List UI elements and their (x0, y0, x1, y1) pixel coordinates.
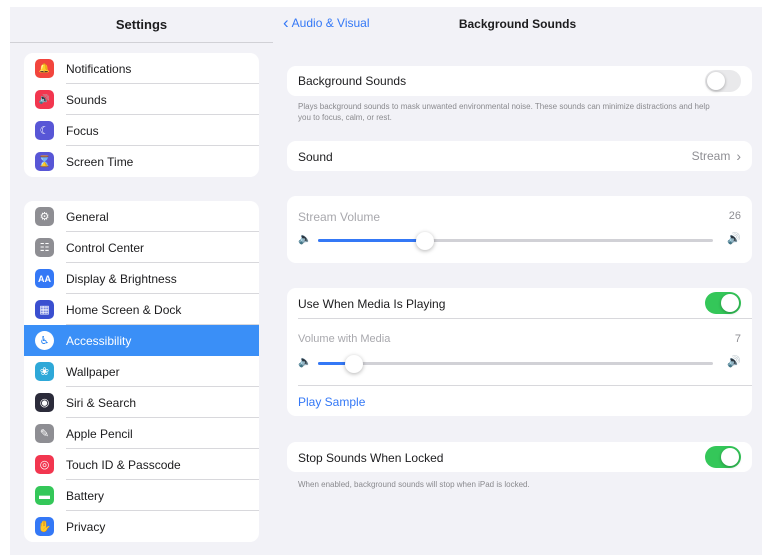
stream-volume-value: 26 (728, 210, 741, 222)
sidebar-item-label: Privacy (66, 519, 106, 534)
slider-thumb[interactable] (344, 355, 363, 373)
speaker-low-icon: 🔈 (298, 356, 312, 368)
background-sounds-footnote: Plays background sounds to mask unwanted… (298, 102, 710, 122)
sidebar-item-sounds[interactable]: 🔊 Sounds (24, 84, 259, 115)
sidebar-item-battery[interactable]: ▬ Battery (24, 480, 259, 511)
speaker-low-icon: 🔈 (298, 233, 312, 245)
chevron-right-icon: › (736, 148, 741, 164)
siri-icon: ◉ (35, 393, 54, 412)
background-sounds-row: Background Sounds (287, 66, 752, 96)
control-center-icon: ☷ (35, 238, 54, 257)
sidebar-item-control-center[interactable]: ☷ Control Center (24, 232, 259, 263)
sidebar-item-label: Wallpaper (66, 364, 120, 379)
media-card: Use When Media Is Playing Volume with Me… (287, 288, 752, 416)
sidebar-item-apple-pencil[interactable]: ✎ Apple Pencil (24, 418, 259, 449)
background-sounds-label: Background Sounds (298, 74, 407, 88)
toggle-knob (721, 448, 739, 466)
sidebar-item-screen-time[interactable]: ⌛ Screen Time (24, 146, 259, 177)
sidebar-item-label: Sounds (66, 92, 107, 107)
background-sounds-pane: ‹ Audio & Visual Background Sounds Backg… (273, 7, 762, 555)
sidebar-item-label: Touch ID & Passcode (66, 457, 181, 472)
sound-label: Sound (298, 150, 333, 164)
stop-when-locked-toggle[interactable] (705, 446, 741, 468)
slider-thumb[interactable] (415, 232, 434, 250)
sidebar-item-label: Accessibility (66, 333, 132, 348)
sidebar-item-label: Battery (66, 488, 105, 503)
sidebar-item-siri-search[interactable]: ◉ Siri & Search (24, 387, 259, 418)
divider (298, 318, 752, 319)
stop-when-locked-footnote: When enabled, background sounds will sto… (298, 480, 530, 489)
use-when-media-label: Use When Media Is Playing (298, 297, 446, 311)
pencil-icon: ✎ (35, 424, 54, 443)
sound-value-wrap: Stream › (692, 149, 741, 163)
sidebar-group-notifications: 🔔 Notifications 🔊 Sounds ☾ Focus ⌛ Screen Time (24, 53, 259, 177)
volume-with-media-slider[interactable]: 🔈 🔊 (298, 354, 741, 373)
page-title: Background Sounds (458, 17, 577, 31)
use-when-media-toggle[interactable] (705, 292, 741, 314)
slider-fill (318, 239, 425, 242)
sidebar-item-privacy[interactable]: ✋ Privacy (24, 511, 259, 542)
sidebar-title: Settings (10, 7, 273, 43)
sidebar-item-label: Display & Brightness (66, 271, 177, 286)
slider-track (318, 232, 713, 250)
volume-with-media-value: 7 (734, 333, 741, 345)
toggle-knob (707, 72, 725, 90)
play-sample-button[interactable]: Play Sample (298, 395, 365, 409)
sound-value: Stream (691, 149, 731, 163)
sidebar-item-label: Focus (66, 123, 99, 138)
slider-track (318, 355, 713, 373)
sidebar-item-accessibility[interactable]: ♿ Accessibility (24, 325, 259, 356)
sidebar-item-label: Control Center (66, 240, 145, 255)
sidebar-item-touch-id-passcode[interactable]: ◎ Touch ID & Passcode (24, 449, 259, 480)
stream-volume-slider[interactable]: 🔈 🔊 (298, 231, 741, 250)
sidebar-item-label: Siri & Search (66, 395, 137, 410)
moon-icon: ☾ (35, 121, 54, 140)
sidebar-item-focus[interactable]: ☾ Focus (24, 115, 259, 146)
gear-icon: ⚙ (35, 207, 54, 226)
battery-icon: ▬ (35, 486, 54, 505)
sidebar-item-label: Apple Pencil (66, 426, 133, 441)
stop-when-locked-label: Stop Sounds When Locked (298, 451, 444, 465)
speaker-high-icon: 🔊 (727, 233, 741, 245)
divider (298, 385, 752, 386)
volume-with-media-label: Volume with Media (298, 333, 391, 345)
sound-row[interactable]: Sound Stream › (287, 141, 752, 171)
stream-volume-label: Stream Volume (298, 210, 381, 224)
sidebar-item-home-screen-dock[interactable]: ▦ Home Screen & Dock (24, 294, 259, 325)
sidebar-item-wallpaper[interactable]: ❀ Wallpaper (24, 356, 259, 387)
sidebar-item-label: Home Screen & Dock (66, 302, 182, 317)
sidebar-item-label: Screen Time (66, 154, 134, 169)
toggle-knob (721, 294, 739, 312)
wallpaper-icon: ❀ (35, 362, 54, 381)
sidebar-item-notifications[interactable]: 🔔 Notifications (24, 53, 259, 84)
sidebar-item-label: General (66, 209, 109, 224)
speaker-icon: 🔊 (35, 90, 54, 109)
stop-when-locked-row: Stop Sounds When Locked (287, 442, 752, 472)
hand-icon: ✋ (35, 517, 54, 536)
fingerprint-icon: ◎ (35, 455, 54, 474)
accessibility-icon: ♿ (35, 331, 54, 350)
speaker-high-icon: 🔊 (727, 356, 741, 368)
sidebar-item-general[interactable]: ⚙ General (24, 201, 259, 232)
bell-icon: 🔔 (35, 59, 54, 78)
sidebar-group-general: ⚙ General ☷ Control Center AA Display & Brigh… (24, 201, 259, 542)
home-screen-icon: ▦ (35, 300, 54, 319)
background-sounds-toggle[interactable] (705, 70, 741, 92)
stream-volume-card: Stream Volume 26 🔈 🔊 (287, 196, 752, 263)
sidebar-item-display-brightness[interactable]: AA Display & Brightness (24, 263, 259, 294)
settings-sidebar: Settings 🔔 Notifications 🔊 Sounds ☾ Focus ⌛ Scr… (10, 7, 273, 555)
hourglass-icon: ⌛ (35, 152, 54, 171)
display-icon: AA (35, 269, 54, 288)
sidebar-item-label: Notifications (66, 61, 132, 76)
